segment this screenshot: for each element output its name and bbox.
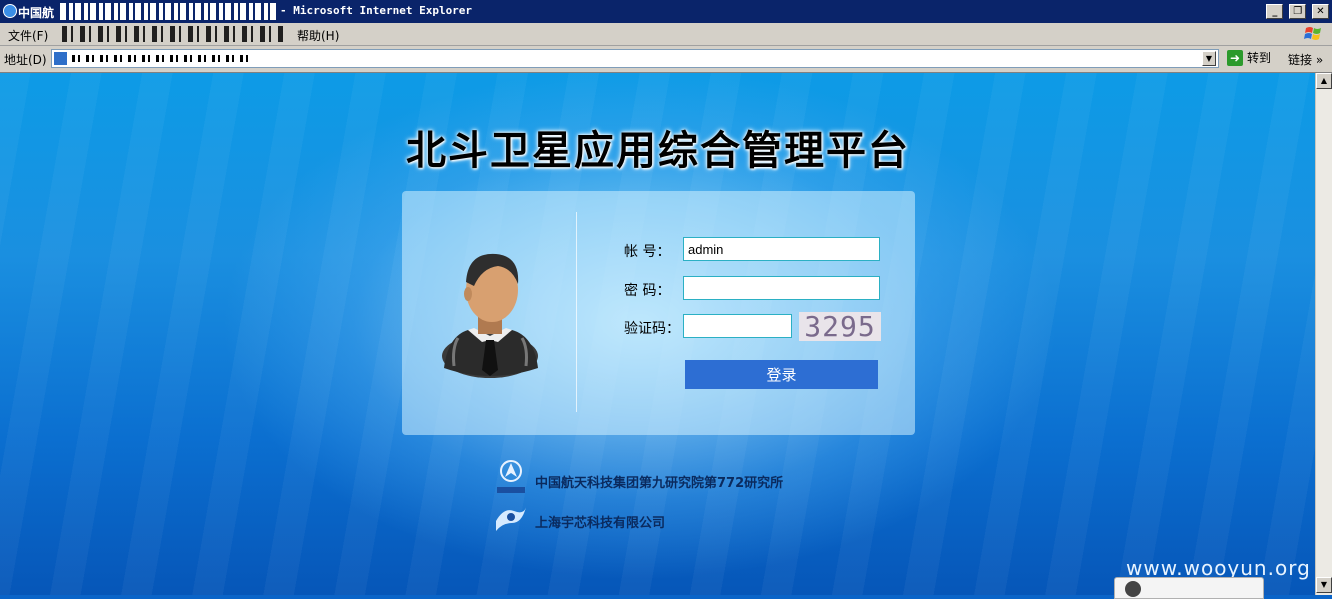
org-name-1: 中国航天科技集团第九研究院第772研究所 [535,476,784,491]
password-input[interactable] [683,276,880,300]
address-dropdown-button[interactable]: ▼ [1202,51,1216,66]
page-icon [54,52,67,65]
org-name-2: 上海宇芯科技有限公司 [535,516,666,531]
scroll-down-button[interactable]: ▼ [1316,577,1332,593]
captcha-label: 验证码： [624,321,680,337]
go-label: 转到 [1247,51,1272,65]
restore-button[interactable]: ❐ [1289,4,1307,19]
close-button[interactable]: ✕ [1312,4,1329,19]
page-title: 北斗卫星应用综合管理平台 [406,128,910,174]
chat-widget[interactable] [1114,577,1264,599]
yuxin-logo-icon [496,507,526,531]
window-title: 中国航 [18,6,55,20]
redacted-title-text [60,3,278,20]
casc-logo-icon [497,460,525,493]
account-input[interactable] [683,237,880,261]
menubar: 文件(F) 帮助(H) [0,23,1332,46]
addressbar: 地址(D) ▼ ➜ 转到 链接 » [0,46,1332,73]
user-avatar-icon [442,253,538,378]
window-controls: _ ❐ ✕ [1264,3,1329,20]
links-button[interactable]: 链接 » [1288,51,1323,68]
account-label: 帐 号： [624,244,671,260]
menu-file[interactable]: 文件(F) [8,27,48,44]
go-button[interactable]: ➜ 转到 [1227,49,1271,69]
captcha-input[interactable] [683,314,792,338]
windows-logo-icon [1304,27,1321,40]
redacted-menu-items [62,26,284,42]
links-label: 链接 [1288,53,1313,67]
login-button[interactable]: 登录 [685,360,878,389]
window-title-app: - Microsoft Internet Explorer [280,4,473,17]
ie-icon [3,4,17,18]
redacted-url [72,55,252,62]
password-label: 密 码： [624,283,671,299]
captcha-image[interactable]: 3295 [799,312,881,341]
go-arrow-icon: ➜ [1227,49,1243,66]
scroll-up-button[interactable]: ▲ [1316,73,1332,89]
window-titlebar: 中国航 - Microsoft Internet Explorer _ ❐ ✕ [0,0,1332,23]
panel-divider [576,212,577,412]
minimize-button[interactable]: _ [1266,4,1284,19]
address-input[interactable]: ▼ [51,49,1219,68]
vertical-scrollbar[interactable] [1315,73,1332,595]
address-label: 地址(D) [4,53,47,67]
menu-help[interactable]: 帮助(H) [297,27,339,44]
